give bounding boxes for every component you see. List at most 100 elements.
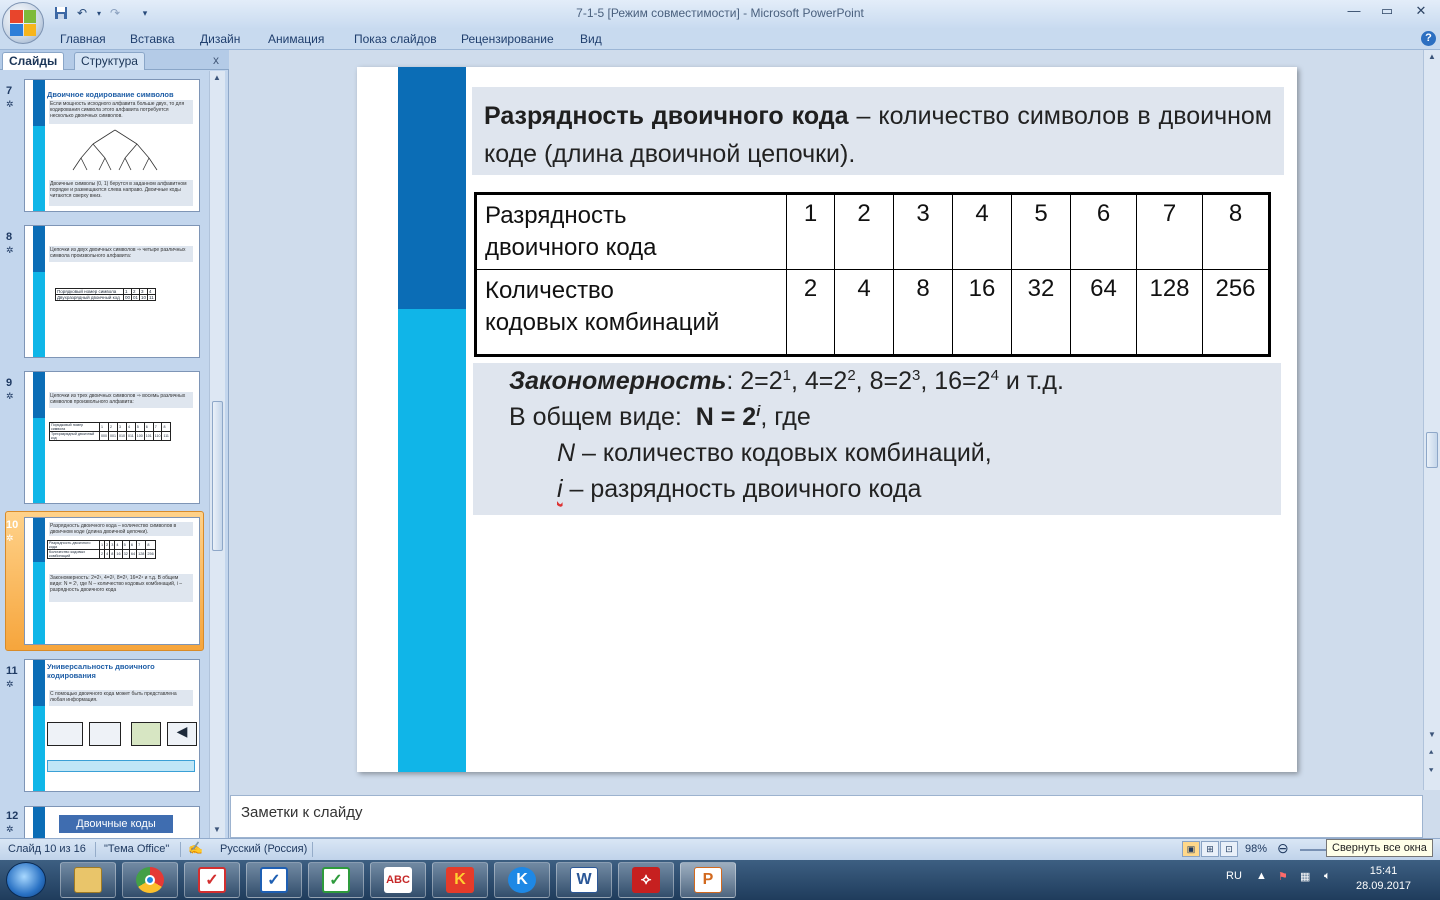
tab-home[interactable]: Главная: [60, 32, 106, 46]
row-label-line: Разрядность: [485, 202, 627, 229]
table-cell: 64: [1070, 269, 1137, 356]
acrobat-taskbar-icon[interactable]: ⟡: [618, 862, 674, 898]
slide-sorter-icon[interactable]: ⊞: [1201, 841, 1219, 857]
thumb-cell: 4: [126, 422, 136, 432]
tab-animation[interactable]: Анимация: [268, 32, 324, 46]
maximize-button[interactable]: ▭: [1372, 2, 1402, 22]
thumb-cell: Трехразрядный двоичный код: [49, 431, 100, 441]
scroll-up-icon[interactable]: ▲: [1428, 52, 1436, 61]
thumb-cell: 01: [131, 294, 141, 301]
table-cell: 7: [1136, 193, 1203, 270]
thumb-band-dark: [33, 372, 45, 418]
tab-slides[interactable]: Слайды: [2, 52, 65, 70]
title-bar: ↶ ▾ ↷ ▾ 7-1-5 [Режим совместимости] - Mi…: [0, 0, 1440, 28]
regularity-textbox[interactable]: Закономерность: 2=21, 4=22, 8=23, 16=24 …: [473, 363, 1281, 515]
slide-thumbnail-7[interactable]: 7 ✲ Двоичное кодирование символов Если м…: [0, 79, 209, 214]
thumbnail-canvas: Двоичные коды: [24, 806, 200, 838]
slide-thumbnail-10[interactable]: 10 ✲ Разрядность двоичного кода – количе…: [0, 511, 209, 653]
tab-slideshow[interactable]: Показ слайдов: [354, 32, 437, 46]
slide-thumbnail-9[interactable]: 9 ✲ Цепочки из трех двоичных символов ⇒ …: [0, 371, 209, 506]
language-indicator[interactable]: Русский (Россия): [220, 843, 307, 855]
thumb-cell: 1: [99, 422, 109, 432]
animation-star-icon: ✲: [6, 824, 14, 834]
scroll-down-icon[interactable]: ▼: [1428, 730, 1436, 739]
checklist-blue-taskbar-icon[interactable]: ✓: [246, 862, 302, 898]
network-icon[interactable]: ▦: [1300, 870, 1310, 883]
slide-number: 11: [6, 665, 18, 677]
slide-thumbnail-12[interactable]: 12 ✲ Двоичные коды: [0, 806, 209, 838]
start-button[interactable]: [6, 862, 46, 898]
scrollbar-thumb[interactable]: [212, 401, 223, 551]
powerpoint-taskbar-icon[interactable]: P: [680, 862, 736, 898]
chrome-taskbar-icon[interactable]: [122, 862, 178, 898]
office-button[interactable]: [2, 2, 44, 44]
thumb-text: Цепочки из трех двоичных символов ⇒ восе…: [49, 392, 193, 408]
close-button[interactable]: ✕: [1406, 2, 1436, 22]
thumbnail-canvas: Цепочки из трех двоичных символов ⇒ восе…: [24, 371, 200, 504]
slide-thumbnail-8[interactable]: 8 ✲ Цепочки из двух двоичных символов ⇒ …: [0, 225, 209, 360]
general-form-line: В общем виде: N = 2i, где: [509, 403, 811, 431]
regularity-line: Закономерность: 2=21, 4=22, 8=23, 16=24 …: [509, 367, 1064, 395]
animation-star-icon: ✲: [6, 391, 14, 401]
thumb-cell: 2: [108, 422, 118, 432]
language-tray[interactable]: RU: [1226, 870, 1242, 882]
thumbnail-canvas: Двоичное кодирование символов Если мощно…: [24, 79, 200, 212]
tab-design[interactable]: Дизайн: [200, 32, 240, 46]
thumb-speaker-icon: ◀: [167, 722, 197, 746]
table-cell: 8: [893, 269, 953, 356]
thumb-band-dark: [33, 80, 45, 126]
slide-canvas[interactable]: Разрядность двоичного кода – количество …: [357, 67, 1297, 772]
abc-taskbar-icon[interactable]: ABC: [370, 862, 426, 898]
previous-slide-icon[interactable]: ⯅: [1428, 748, 1434, 758]
word-taskbar-icon[interactable]: W: [556, 862, 612, 898]
checklist-red-taskbar-icon[interactable]: ✓: [184, 862, 240, 898]
zoom-level[interactable]: 98%: [1245, 843, 1267, 855]
definition-textbox[interactable]: Разрядность двоичного кода – количество …: [472, 87, 1284, 175]
scroll-down-icon[interactable]: ▼: [213, 825, 221, 834]
thumb-cell: Порядковый номер символа: [49, 422, 100, 432]
tab-outline[interactable]: Структура: [74, 52, 145, 70]
binary-code-table[interactable]: Разрядность двоичного кода 1 2 3 4 5 6 7…: [474, 192, 1271, 357]
checklist-green-taskbar-icon[interactable]: ✓: [308, 862, 364, 898]
notes-placeholder: Заметки к слайду: [241, 804, 363, 821]
show-hidden-icons-icon[interactable]: ▲: [1256, 870, 1267, 882]
table-cell: 6: [1070, 193, 1137, 270]
spellcheck-icon[interactable]: ✍: [188, 841, 203, 855]
thumb-cell: 111: [161, 431, 171, 441]
notes-pane[interactable]: Заметки к слайду: [230, 795, 1423, 838]
next-slide-icon[interactable]: ⯆: [1428, 766, 1434, 776]
thumbnail-scrollbar[interactable]: ▲ ▼: [209, 71, 225, 838]
slide-thumbnail-11[interactable]: 11 ✲ Универсальность двоичного кодирован…: [0, 659, 209, 794]
animation-star-icon: ✲: [6, 245, 14, 255]
thumb-band-dark: [33, 807, 45, 838]
volume-icon[interactable]: 🔈︎: [1324, 870, 1331, 883]
tab-review[interactable]: Рецензирование: [461, 32, 554, 46]
slide-scrollbar[interactable]: ▲ ▼ ⯅ ⯆: [1423, 50, 1440, 790]
flag-icon[interactable]: ⚑: [1278, 870, 1288, 883]
tab-insert[interactable]: Вставка: [130, 32, 175, 46]
regularity-label: Закономерность: [509, 367, 727, 395]
close-pane-icon[interactable]: x: [213, 53, 219, 67]
zoom-out-icon[interactable]: ⊖: [1277, 840, 1289, 857]
theme-name[interactable]: "Тема Office": [104, 843, 169, 855]
table-cell: 4: [834, 269, 894, 356]
help-icon[interactable]: ?: [1421, 31, 1436, 46]
slideshow-view-icon[interactable]: ⊡: [1220, 841, 1238, 857]
thumbnail-canvas: Универсальность двоичного кодирования С …: [24, 659, 200, 792]
thumb-image-icon: [89, 722, 121, 746]
normal-view-icon[interactable]: ▣: [1182, 841, 1200, 857]
thumb-cell: 011: [126, 431, 136, 441]
thumb-text: С помощью двоичного кода может быть пред…: [49, 690, 193, 706]
minimize-button[interactable]: —: [1339, 2, 1369, 22]
scroll-up-icon[interactable]: ▲: [213, 73, 221, 82]
k-app-taskbar-icon[interactable]: K: [432, 862, 488, 898]
clock[interactable]: 15:41 28.09.2017: [1356, 864, 1411, 894]
row-label-line: кодовых комбинаций: [485, 309, 720, 336]
thumb-cell: Двухразрядный двоичный код: [55, 294, 124, 301]
thumb-band-light: [33, 706, 45, 791]
tab-view[interactable]: Вид: [580, 32, 602, 46]
explorer-taskbar-icon[interactable]: [60, 862, 116, 898]
pane-tab-bar: Слайды Структура x: [0, 50, 229, 70]
k-browser-taskbar-icon[interactable]: K: [494, 862, 550, 898]
scrollbar-thumb[interactable]: [1426, 432, 1438, 468]
